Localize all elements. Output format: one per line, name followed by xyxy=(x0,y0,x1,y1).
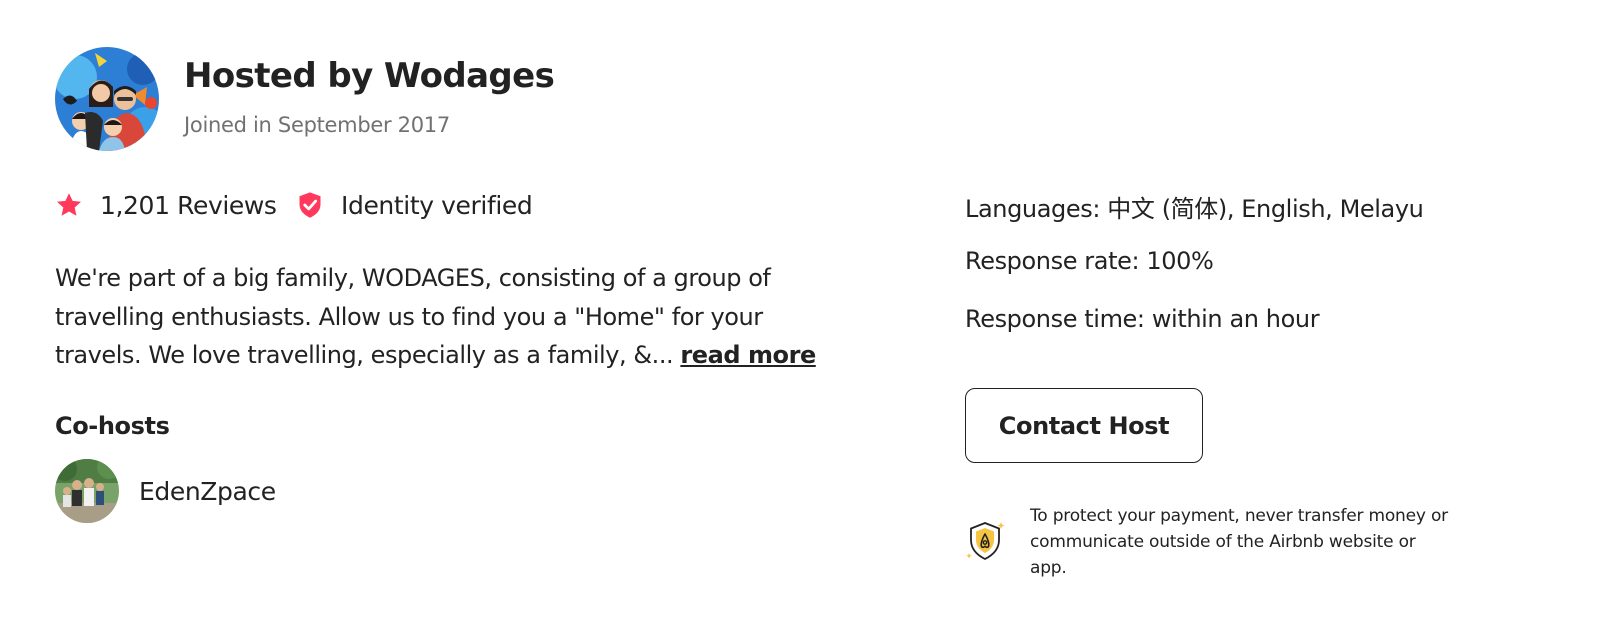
read-more-link[interactable]: read more xyxy=(680,341,816,369)
host-profile-section: Hosted by Wodages Joined in September 20… xyxy=(0,0,1600,619)
cohosts-heading: Co-hosts xyxy=(55,412,170,440)
host-avatar[interactable] xyxy=(55,47,159,151)
response-time: Response time: within an hour xyxy=(965,305,1320,333)
star-icon xyxy=(55,191,83,219)
host-description: We're part of a big family, WODAGES, con… xyxy=(55,259,825,375)
cohost-avatar-image xyxy=(55,459,119,523)
identity-verified-label: Identity verified xyxy=(341,190,533,220)
cohost-name: EdenZpace xyxy=(139,476,276,506)
cohost-item[interactable]: EdenZpace xyxy=(55,459,276,523)
host-avatar-image xyxy=(55,47,159,151)
host-description-text: We're part of a big family, WODAGES, con… xyxy=(55,264,771,369)
identity-verified-stat: Identity verified xyxy=(296,187,533,223)
airbnb-protection-shield-icon xyxy=(965,520,1005,562)
verified-shield-icon xyxy=(296,191,324,219)
host-languages: Languages: 中文 (简体), English, Melayu xyxy=(965,195,1424,223)
reviews-stat[interactable]: 1,201 Reviews xyxy=(55,187,277,223)
reviews-count-label: 1,201 Reviews xyxy=(100,190,277,220)
cohost-avatar[interactable] xyxy=(55,459,119,523)
contact-host-button[interactable]: Contact Host xyxy=(965,388,1203,463)
payment-protection-notice: To protect your payment, never transfer … xyxy=(1030,506,1448,578)
host-joined-date: Joined in September 2017 xyxy=(184,113,450,137)
host-title: Hosted by Wodages xyxy=(184,56,555,96)
response-rate: Response rate: 100% xyxy=(965,247,1214,275)
